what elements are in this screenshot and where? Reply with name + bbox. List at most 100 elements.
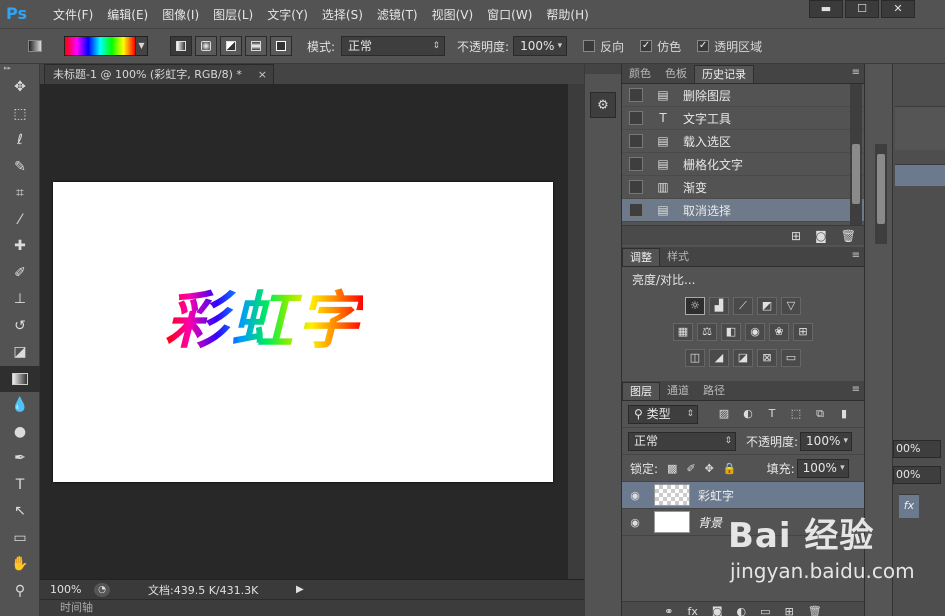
panel-menu-icon[interactable]: ≡ (852, 384, 860, 395)
tool-presets-icon[interactable]: ⚙ (590, 92, 616, 118)
status-info-icon[interactable]: ◔ (94, 582, 110, 597)
levels-icon[interactable]: ▟ (709, 297, 729, 315)
collapse-icon[interactable]: ▸▸ (0, 64, 39, 74)
menu-image[interactable]: 图像(I) (155, 6, 206, 23)
quick-selection-tool-icon[interactable]: ✎ (0, 154, 40, 181)
tab-channels[interactable]: 通道 (660, 382, 696, 400)
layer-opacity-field[interactable]: 100% ▾ (800, 431, 853, 451)
hand-tool-icon[interactable]: ✋ (0, 551, 40, 578)
trash-icon[interactable]: 🗑 (841, 229, 856, 243)
blur-tool-icon[interactable]: 💧 (0, 392, 40, 419)
shape-filter-icon[interactable]: ⬚ (788, 407, 804, 421)
timeline-panel-bar[interactable]: 时间轴 (40, 599, 584, 616)
layer-name[interactable]: 背景 (698, 514, 722, 531)
layer-name[interactable]: 彩虹字 (698, 487, 734, 504)
checkmark-icon[interactable]: ✓ (697, 40, 710, 52)
checkmark-icon[interactable]: ✓ (640, 40, 653, 52)
gradient-map-icon[interactable]: ▭ (781, 349, 801, 367)
posterize-icon[interactable]: ◢ (709, 349, 729, 367)
canvas[interactable]: 彩虹字 (53, 182, 553, 482)
menu-window[interactable]: 窗口(W) (480, 6, 539, 23)
history-item-selected[interactable]: ▤ 取消选择 (622, 199, 864, 222)
marquee-tool-icon[interactable]: ⬚ (0, 101, 40, 128)
rainbow-gradient-preview[interactable] (65, 37, 135, 55)
zoom-tool-icon[interactable]: ⚲ (0, 578, 40, 605)
history-source-checkbox[interactable] (629, 157, 643, 171)
blend-mode-select[interactable]: 正常 ⇕ (628, 431, 736, 451)
far-right-fill-field[interactable]: 00% (893, 466, 941, 484)
radial-gradient-button[interactable] (195, 36, 217, 56)
panel-menu-icon[interactable]: ≡ (852, 67, 860, 78)
history-source-checkbox[interactable] (629, 111, 643, 125)
menu-help[interactable]: 帮助(H) (539, 6, 595, 23)
type-tool-icon[interactable]: T (0, 472, 40, 499)
transparency-checkbox[interactable]: ✓ 透明区域 (697, 38, 762, 55)
eye-icon[interactable]: ◉ (622, 516, 648, 529)
hue-saturation-icon[interactable]: ▦ (673, 323, 693, 341)
diamond-gradient-button[interactable] (270, 36, 292, 56)
lock-image-icon[interactable]: ✐ (686, 462, 695, 475)
history-brush-tool-icon[interactable]: ↺ (0, 313, 40, 340)
tab-swatches[interactable]: 色板 (658, 65, 694, 83)
healing-brush-tool-icon[interactable]: ✚ (0, 233, 40, 260)
panel-menu-icon[interactable]: ≡ (852, 250, 860, 261)
black-white-icon[interactable]: ◧ (721, 323, 741, 341)
history-source-checkbox[interactable] (629, 180, 643, 194)
history-source-checkbox[interactable] (629, 203, 643, 217)
invert-icon[interactable]: ◫ (685, 349, 705, 367)
curves-icon[interactable]: ⟋ (733, 297, 753, 315)
chevron-down-icon[interactable]: ▾ (840, 460, 845, 477)
lock-all-icon[interactable]: 🔒 (723, 462, 737, 475)
gradient-tool-preset-icon[interactable] (20, 34, 50, 58)
eyedropper-tool-icon[interactable]: ⁄ (0, 207, 40, 234)
adjustment-filter-icon[interactable]: ◐ (740, 407, 756, 421)
menu-type[interactable]: 文字(Y) (260, 6, 315, 23)
document-tab[interactable]: 未标题-1 @ 100% (彩虹字, RGB/8) * × (44, 64, 274, 84)
selective-color-icon[interactable]: ⊠ (757, 349, 777, 367)
chevron-down-icon[interactable]: ▾ (844, 433, 849, 450)
far-right-scrollbar[interactable] (875, 144, 887, 244)
eraser-tool-icon[interactable]: ◪ (0, 339, 40, 366)
layer-filter-select[interactable]: ⚲ 类型 ⇕ (628, 404, 698, 424)
minimize-button[interactable]: ▬ (809, 0, 843, 18)
dither-checkbox[interactable]: ✓ 仿色 (640, 38, 681, 55)
history-item[interactable]: T 文字工具 (622, 107, 864, 130)
history-item[interactable]: ▤ 载入选区 (622, 130, 864, 153)
clone-stamp-tool-icon[interactable]: ⊥ (0, 286, 40, 313)
eye-icon[interactable]: ◉ (622, 489, 648, 502)
link-layers-icon[interactable]: ⚭ (664, 605, 673, 616)
color-balance-icon[interactable]: ⚖ (697, 323, 717, 341)
dodge-tool-icon[interactable]: ● (0, 419, 40, 446)
new-document-from-state-icon[interactable]: ⊞ (791, 229, 801, 243)
reverse-checkbox[interactable]: 反向 (583, 38, 624, 55)
filter-toggle-icon[interactable]: ▮ (836, 407, 852, 421)
checkbox-box[interactable] (583, 40, 596, 52)
mode-select[interactable]: 正常 ⇕ (341, 36, 446, 56)
chevron-down-icon[interactable]: ▼ (135, 37, 147, 55)
reflected-gradient-button[interactable] (245, 36, 267, 56)
rectangle-tool-icon[interactable]: ▭ (0, 525, 40, 552)
layer-row[interactable]: ◉ 彩虹字 (622, 482, 864, 509)
photo-filter-icon[interactable]: ◉ (745, 323, 765, 341)
menu-edit[interactable]: 编辑(E) (100, 6, 155, 23)
tab-color[interactable]: 颜色 (622, 65, 658, 83)
menu-select[interactable]: 选择(S) (315, 6, 370, 23)
tab-history[interactable]: 历史记录 (694, 65, 754, 83)
gradient-picker[interactable]: ▼ (64, 36, 148, 56)
smart-object-filter-icon[interactable]: ⧉ (812, 407, 828, 421)
add-mask-icon[interactable]: ◙ (712, 605, 723, 616)
close-button[interactable]: ✕ (881, 0, 915, 18)
move-tool-icon[interactable]: ✥ (0, 74, 40, 101)
history-item[interactable]: ▤ 删除图层 (622, 84, 864, 107)
vibrance-icon[interactable]: ▽ (781, 297, 801, 315)
brightness-contrast-icon[interactable]: ☼ (685, 297, 705, 315)
camera-icon[interactable]: ◙ (815, 229, 827, 243)
angle-gradient-button[interactable] (220, 36, 242, 56)
scroll-thumb[interactable] (852, 144, 860, 204)
pen-tool-icon[interactable]: ✒ (0, 445, 40, 472)
linear-gradient-button[interactable] (170, 36, 192, 56)
threshold-icon[interactable]: ◪ (733, 349, 753, 367)
dock-header[interactable] (585, 64, 621, 74)
close-tab-icon[interactable]: × (258, 65, 267, 84)
fill-field[interactable]: 100% ▾ (796, 458, 849, 478)
